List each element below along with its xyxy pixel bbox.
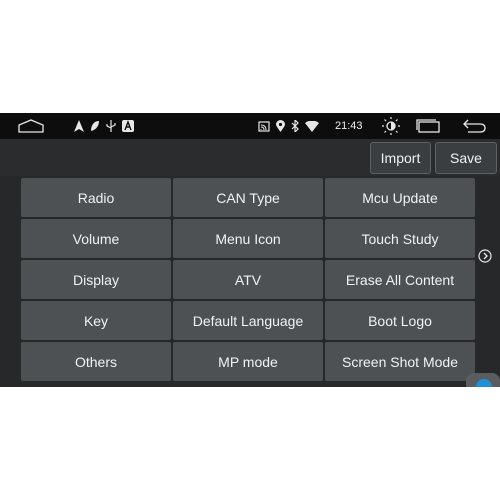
touch-study-button[interactable]: Touch Study — [325, 219, 475, 258]
location-icon — [276, 120, 285, 132]
floating-assistant-icon[interactable] — [466, 373, 500, 387]
recent-apps-icon[interactable] — [416, 119, 440, 133]
status-bar: 21:43 — [0, 113, 500, 139]
navigation-icon — [74, 120, 84, 132]
autostart-a-icon — [122, 120, 134, 132]
bluetooth-icon — [291, 120, 299, 132]
toolbar: Import Save — [0, 139, 500, 176]
atv-button[interactable]: ATV — [173, 260, 323, 299]
import-button[interactable]: Import — [370, 142, 431, 174]
settings-panel: Radio CAN Type Mcu Update Volume Menu Ic… — [0, 176, 500, 387]
display-button[interactable]: Display — [21, 260, 171, 299]
brightness-icon[interactable] — [381, 117, 401, 135]
mcu-update-button[interactable]: Mcu Update — [325, 178, 475, 217]
usb-icon — [106, 120, 116, 132]
back-icon[interactable] — [462, 119, 486, 133]
status-time: 21:43 — [335, 120, 363, 132]
key-button[interactable]: Key — [21, 301, 171, 340]
wifi-icon — [305, 120, 319, 132]
screen-shot-mode-button[interactable]: Screen Shot Mode — [325, 342, 475, 381]
settings-grid: Radio CAN Type Mcu Update Volume Menu Ic… — [21, 178, 475, 381]
menu-icon-button[interactable]: Menu Icon — [173, 219, 323, 258]
radio-button[interactable]: Radio — [21, 178, 171, 217]
save-button[interactable]: Save — [435, 142, 497, 174]
mp-mode-button[interactable]: MP mode — [173, 342, 323, 381]
cast-icon — [258, 120, 270, 132]
leaf-icon — [90, 120, 100, 132]
others-button[interactable]: Others — [21, 342, 171, 381]
device-screen: 21:43 Import Save Radio CAN Type Mcu Upd… — [0, 113, 500, 387]
default-language-button[interactable]: Default Language — [173, 301, 323, 340]
next-page-arrow-icon[interactable] — [478, 249, 492, 263]
home-icon[interactable] — [18, 119, 44, 133]
volume-button[interactable]: Volume — [21, 219, 171, 258]
erase-all-content-button[interactable]: Erase All Content — [325, 260, 475, 299]
can-type-button[interactable]: CAN Type — [173, 178, 323, 217]
boot-logo-button[interactable]: Boot Logo — [325, 301, 475, 340]
